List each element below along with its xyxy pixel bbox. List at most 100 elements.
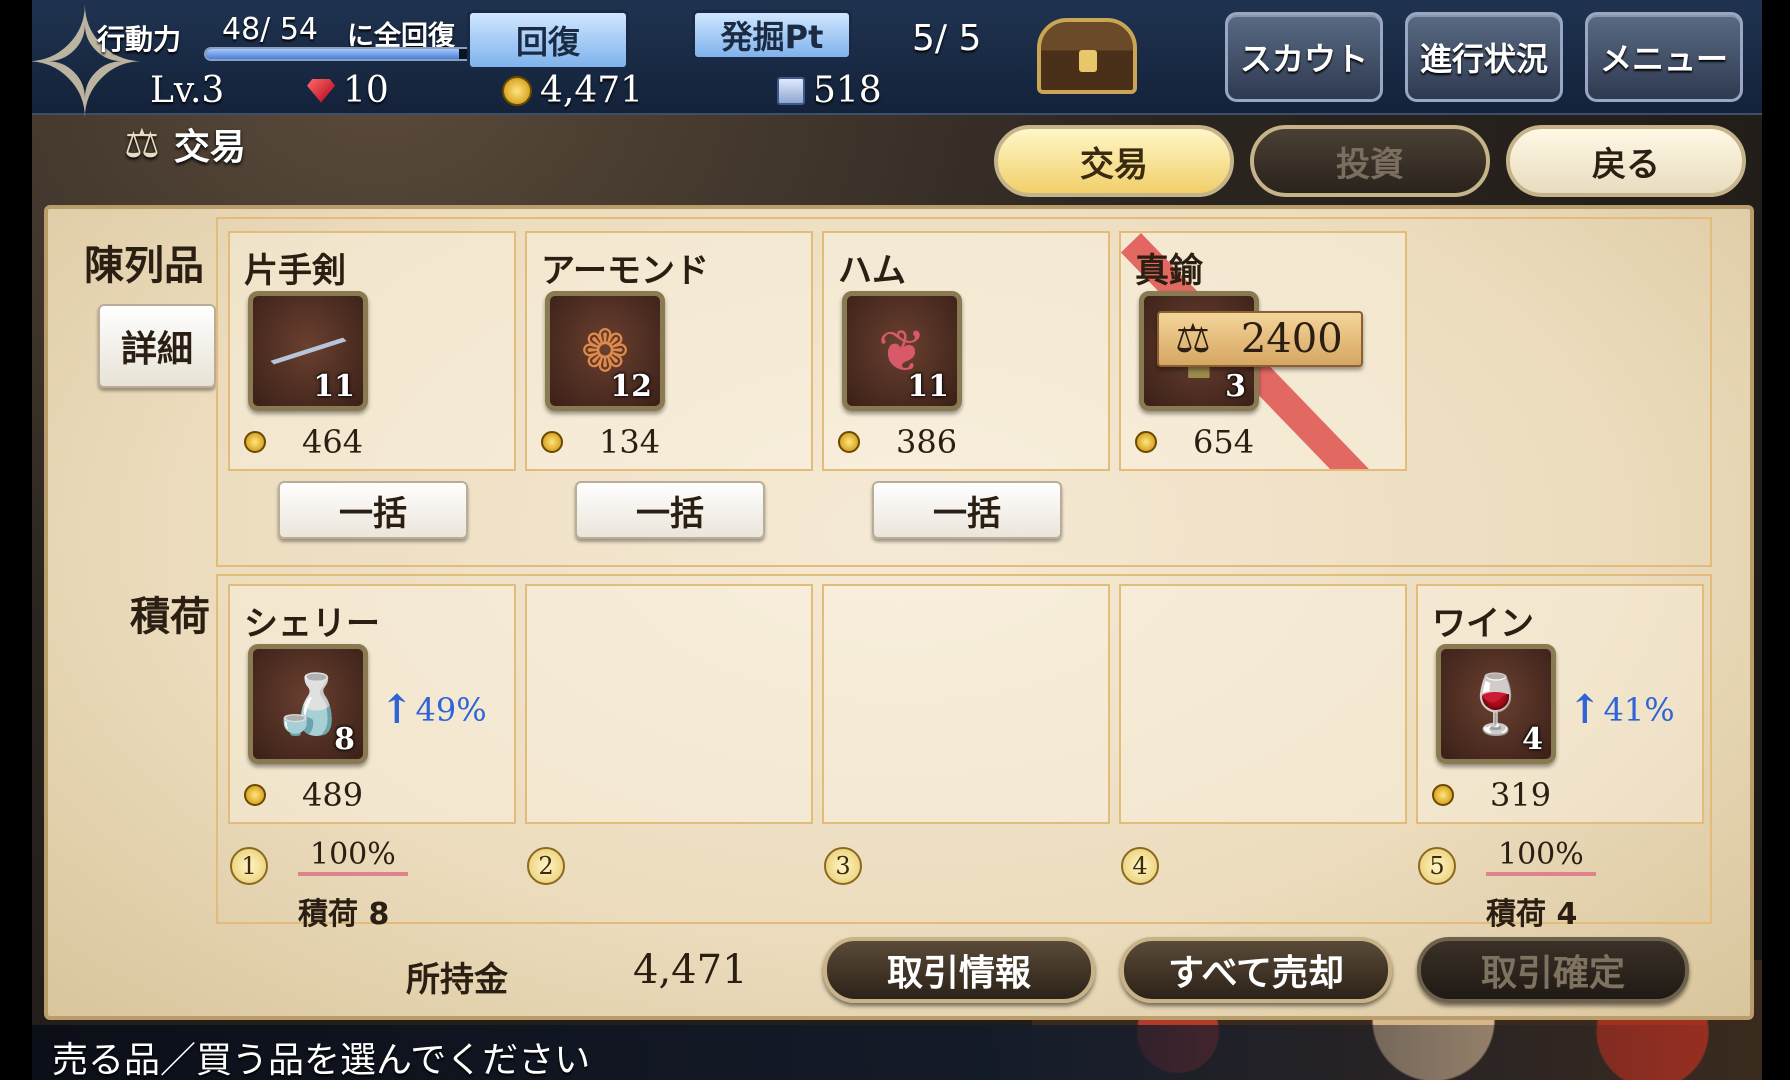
cards-icon (777, 76, 805, 105)
price-tag: ⚖ 2400 (1157, 311, 1363, 367)
player-level: Lv.3 (150, 70, 225, 111)
trade-info-button[interactable]: 取引情報 (823, 937, 1095, 1003)
display-item-slot[interactable]: 真鍮 ▮ 3 ⚖ 2400 654 (1119, 231, 1407, 471)
cargo-slot[interactable] (525, 584, 813, 824)
cargo-percent: 100% (1486, 837, 1596, 876)
display-item-slot[interactable]: アーモンド ❁ 12 134 (525, 231, 813, 471)
tab-trade[interactable]: 交易 (994, 125, 1234, 197)
gem-count: 10 (307, 70, 389, 111)
cargo-amount: 積荷 4 (1486, 897, 1578, 932)
coin-icon (1135, 431, 1157, 453)
coin-icon (838, 431, 860, 453)
money-value: 4,471 (633, 947, 748, 993)
excavate-points-value: 5/ 5 (912, 18, 982, 59)
item-count: 11 (907, 369, 949, 404)
slot-number-badge: 5 (1418, 847, 1456, 885)
gold-value: 4,471 (540, 70, 644, 111)
gem-icon (307, 78, 335, 103)
page-title-text: 交易 (173, 127, 246, 168)
card-value: 518 (813, 70, 882, 111)
treasure-chest-icon[interactable] (1037, 18, 1137, 94)
item-count: 11 (313, 369, 355, 404)
tab-invest[interactable]: 投資 (1250, 125, 1490, 197)
cargo-slot[interactable]: ワイン 🍷 4 ↑ 41% 319 (1416, 584, 1704, 824)
coin-icon (244, 431, 266, 453)
coin-icon (502, 75, 532, 106)
recover-button[interactable]: 回復 (467, 10, 629, 70)
sherry-icon: 🍶 8 (248, 644, 368, 764)
slot-number-badge: 3 (824, 847, 862, 885)
up-arrow-icon: ↑ (1568, 686, 1602, 733)
cargo-amount: 積荷 8 (298, 897, 390, 932)
item-name: シェリー (244, 604, 380, 644)
item-count: 4 (1522, 722, 1543, 757)
price-tag-value: 2400 (1240, 316, 1343, 362)
game-screen: ✧ 行動力 48/ 54 に全回復 回復 発掘Pt 5/ 5 Lv.3 10 4… (32, 0, 1762, 1080)
item-price-value: 134 (599, 423, 661, 461)
item-price: 489 (244, 776, 363, 814)
stamina-value: 48/ 54 (222, 12, 318, 47)
confirm-trade-button[interactable]: 取引確定 (1417, 937, 1689, 1003)
scale-icon: ⚖ (1175, 316, 1211, 362)
item-count: 8 (334, 722, 355, 757)
cargo-percent: 100% (298, 837, 408, 876)
item-count: 12 (610, 369, 652, 404)
menu-button[interactable]: メニュー (1585, 12, 1743, 102)
almond-icon: ❁ 12 (545, 291, 665, 411)
status-message: 売る品／買う品を選んでください (52, 1040, 591, 1080)
slot-number-badge: 2 (527, 847, 565, 885)
bulk-button[interactable]: 一括 (278, 481, 468, 539)
money-label: 所持金 (406, 960, 508, 1000)
slot-number-badge: 1 (230, 847, 268, 885)
coin-icon (244, 784, 266, 806)
item-price: 319 (1432, 776, 1551, 814)
item-name: アーモンド (541, 251, 709, 291)
item-price: 464 (244, 423, 363, 461)
display-section-label: 陳列品 (84, 243, 204, 289)
back-button[interactable]: 戻る (1506, 125, 1746, 197)
progress-button[interactable]: 進行状況 (1405, 12, 1563, 102)
item-name: ワイン (1432, 604, 1534, 644)
detail-button[interactable]: 詳細 (98, 304, 216, 388)
item-count: 3 (1225, 369, 1246, 404)
slot-number-badge: 4 (1121, 847, 1159, 885)
price-rise: ↑ 41% (1568, 686, 1675, 733)
price-rise: ↑ 49% (380, 686, 487, 733)
item-name: 真鍮 (1135, 251, 1203, 291)
item-price-value: 654 (1193, 423, 1255, 461)
sell-all-button[interactable]: すべて売却 (1120, 937, 1392, 1003)
price-rise-value: 41% (1603, 690, 1675, 729)
status-bar-top: ✧ 行動力 48/ 54 に全回復 回復 発掘Pt 5/ 5 Lv.3 10 4… (32, 0, 1762, 140)
price-rise-value: 49% (415, 690, 487, 729)
item-price: 386 (838, 423, 957, 461)
bulk-button[interactable]: 一括 (872, 481, 1062, 539)
ham-icon: ❦ 11 (842, 291, 962, 411)
item-price-value: 386 (896, 423, 958, 461)
item-price-value: 319 (1490, 776, 1552, 814)
stamina-bar (204, 47, 492, 61)
up-arrow-icon: ↑ (380, 686, 414, 733)
display-item-slot[interactable]: ハム ❦ 11 386 (822, 231, 1110, 471)
item-price: 654 (1135, 423, 1254, 461)
cargo-section-label: 積荷 (130, 594, 210, 640)
cargo-slot[interactable] (822, 584, 1110, 824)
gold-count: 4,471 (502, 70, 643, 111)
item-price-value: 464 (302, 423, 364, 461)
item-name: 片手剣 (244, 251, 346, 291)
display-item-slot[interactable]: 片手剣 ╱ 11 464 (228, 231, 516, 471)
bulk-button[interactable]: 一括 (575, 481, 765, 539)
page-title: ⚖ 交易 (124, 118, 246, 170)
card-count: 518 (777, 70, 882, 111)
gem-value: 10 (343, 70, 389, 111)
stamina-bar-fill (206, 49, 459, 59)
wine-icon: 🍷 4 (1436, 644, 1556, 764)
scale-icon: ⚖ (124, 121, 160, 167)
item-price: 134 (541, 423, 660, 461)
coin-icon (1432, 784, 1454, 806)
scout-button[interactable]: スカウト (1225, 12, 1383, 102)
message-bar: 売る品／買う品を選んでください (32, 1025, 1762, 1080)
item-price-value: 489 (302, 776, 364, 814)
item-name: ハム (838, 251, 906, 291)
cargo-slot[interactable] (1119, 584, 1407, 824)
cargo-slot[interactable]: シェリー 🍶 8 ↑ 49% 489 (228, 584, 516, 824)
